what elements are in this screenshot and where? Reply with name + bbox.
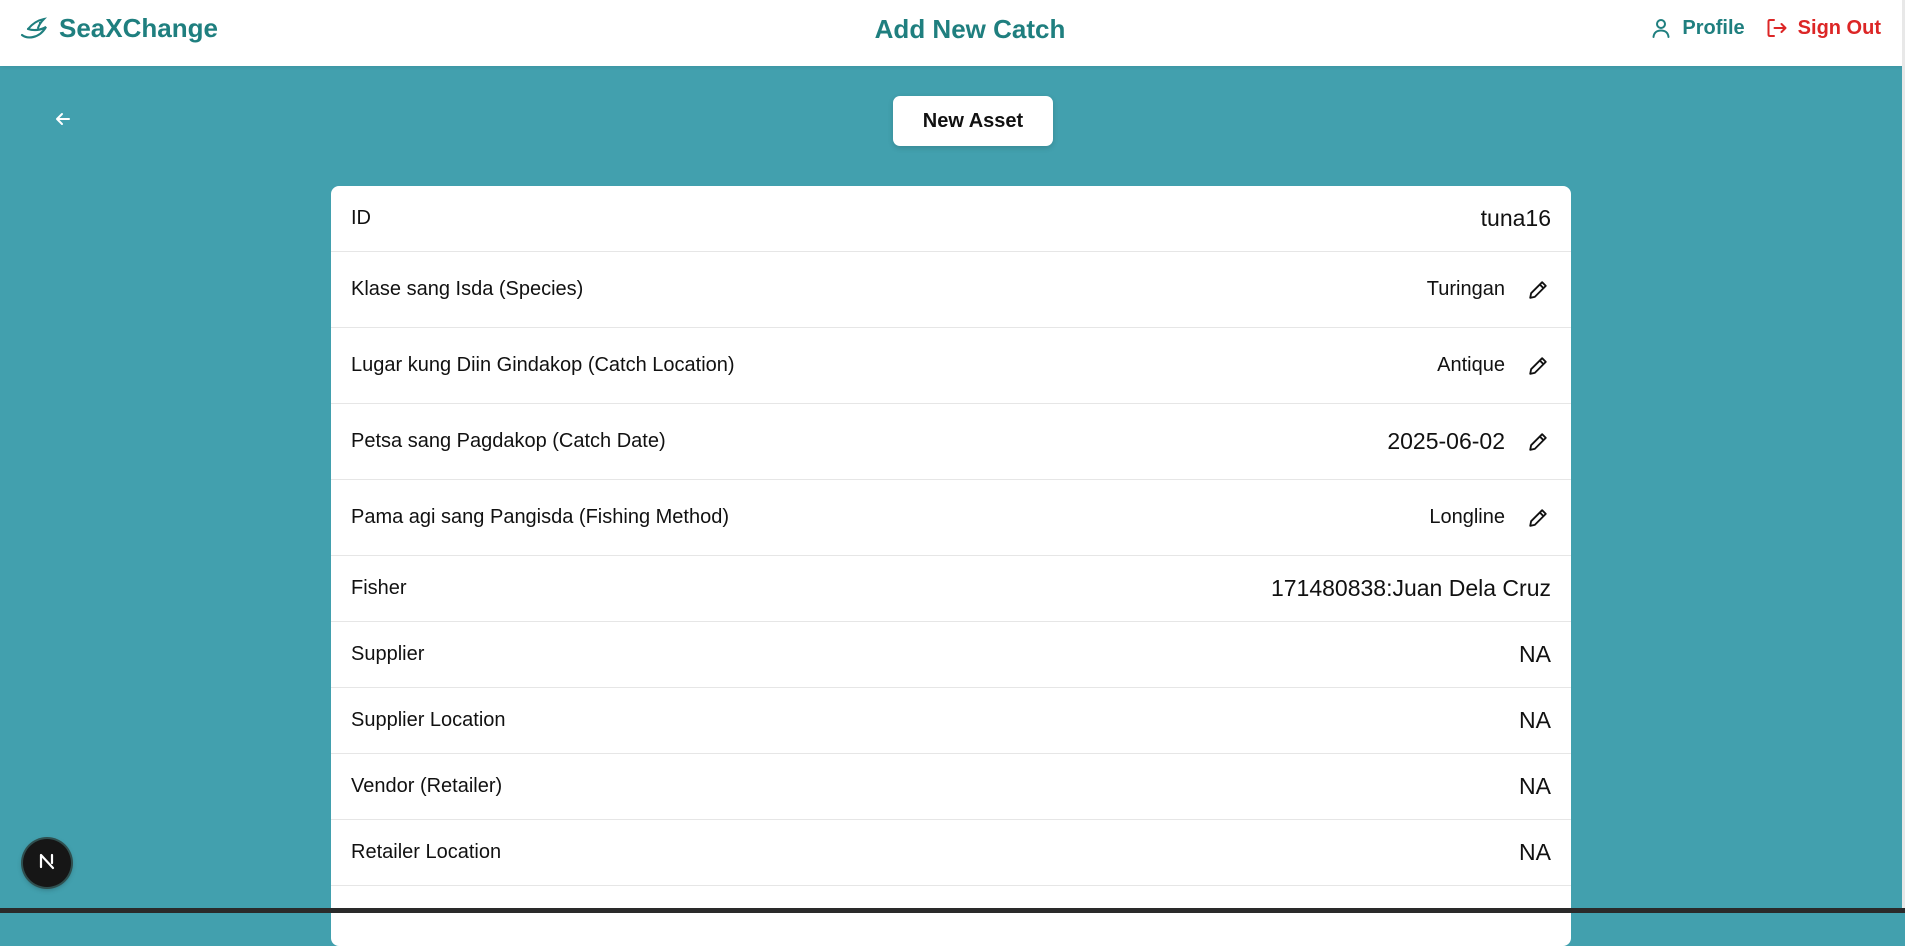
top-navbar: SeaXChange Add New Catch Profile Sign Ou… <box>0 0 1905 66</box>
date-label: Petsa sang Pagdakop (Catch Date) <box>351 430 666 452</box>
log-out-icon <box>1765 16 1789 40</box>
id-value: tuna16 <box>1480 205 1551 231</box>
species-value: Turingan <box>1426 278 1505 300</box>
species-value-group: Turingan <box>1427 277 1551 303</box>
edit-date-button[interactable] <box>1525 429 1551 455</box>
vendor-value: NA <box>1519 773 1551 799</box>
location-value-group: Antique <box>1437 353 1551 379</box>
location-value: Antique <box>1437 354 1505 376</box>
detail-row-vendor: Vendor (Retailer) NA <box>331 754 1571 820</box>
asset-details-card: ID tuna16 Klase sang Isda (Species) Turi… <box>331 186 1571 946</box>
supplier-value: NA <box>1519 641 1551 667</box>
sign-out-label: Sign Out <box>1797 17 1881 39</box>
detail-row-date: Petsa sang Pagdakop (Catch Date) 2025-06… <box>331 404 1571 480</box>
id-label: ID <box>351 207 371 229</box>
location-label: Lugar kung Diin Gindakop (Catch Location… <box>351 354 735 376</box>
retailer-location-label: Retailer Location <box>351 841 502 863</box>
pencil-icon <box>1529 508 1547 527</box>
page-title: Add New Catch <box>874 14 1066 44</box>
detail-row-supplier: Supplier NA <box>331 622 1571 688</box>
fisher-value: 171480838:Juan Dela Cruz <box>1270 575 1551 601</box>
detail-row-location: Lugar kung Diin Gindakop (Catch Location… <box>331 328 1571 404</box>
detail-row-id: ID tuna16 <box>331 186 1571 252</box>
date-value: 2025-06-02 <box>1387 428 1505 454</box>
nextjs-icon <box>36 850 58 877</box>
supplier-label: Supplier <box>351 643 425 665</box>
detail-row-fisher: Fisher 171480838:Juan Dela Cruz <box>331 556 1571 622</box>
detail-row-species: Klase sang Isda (Species) Turingan <box>331 252 1571 328</box>
vendor-label: Vendor (Retailer) <box>351 775 503 797</box>
detail-row-method: Pama agi sang Pangisda (Fishing Method) … <box>331 480 1571 556</box>
edit-species-button[interactable] <box>1525 277 1551 303</box>
profile-label: Profile <box>1682 17 1745 39</box>
top-nav-links: Profile Sign Out <box>1649 16 1881 40</box>
detail-row-retailer-location: Retailer Location NA <box>331 820 1571 886</box>
arrow-left-icon <box>54 110 72 133</box>
method-label: Pama agi sang Pangisda (Fishing Method) <box>351 506 729 528</box>
method-value-group: Longline <box>1429 505 1551 531</box>
pencil-icon <box>1529 432 1547 451</box>
edit-location-button[interactable] <box>1525 353 1551 379</box>
pencil-icon <box>1529 356 1547 375</box>
back-button[interactable] <box>50 108 76 134</box>
retailer-location-value: NA <box>1519 839 1551 865</box>
species-label: Klase sang Isda (Species) <box>351 278 584 300</box>
detail-row-supplier-location: Supplier Location NA <box>331 688 1571 754</box>
taskbar-edge <box>0 908 1905 913</box>
pencil-icon <box>1529 280 1547 299</box>
fisher-label: Fisher <box>351 577 407 599</box>
new-asset-button[interactable]: New Asset <box>893 96 1053 146</box>
nextjs-dev-badge[interactable] <box>23 839 71 887</box>
supplier-location-label: Supplier Location <box>351 709 506 731</box>
sign-out-link[interactable]: Sign Out <box>1765 16 1881 40</box>
supplier-location-value: NA <box>1519 707 1551 733</box>
profile-link[interactable]: Profile <box>1649 16 1745 40</box>
method-value: Longline <box>1429 506 1505 528</box>
date-value-group: 2025-06-02 <box>1387 428 1551 455</box>
user-icon <box>1649 16 1673 40</box>
edit-method-button[interactable] <box>1525 505 1551 531</box>
